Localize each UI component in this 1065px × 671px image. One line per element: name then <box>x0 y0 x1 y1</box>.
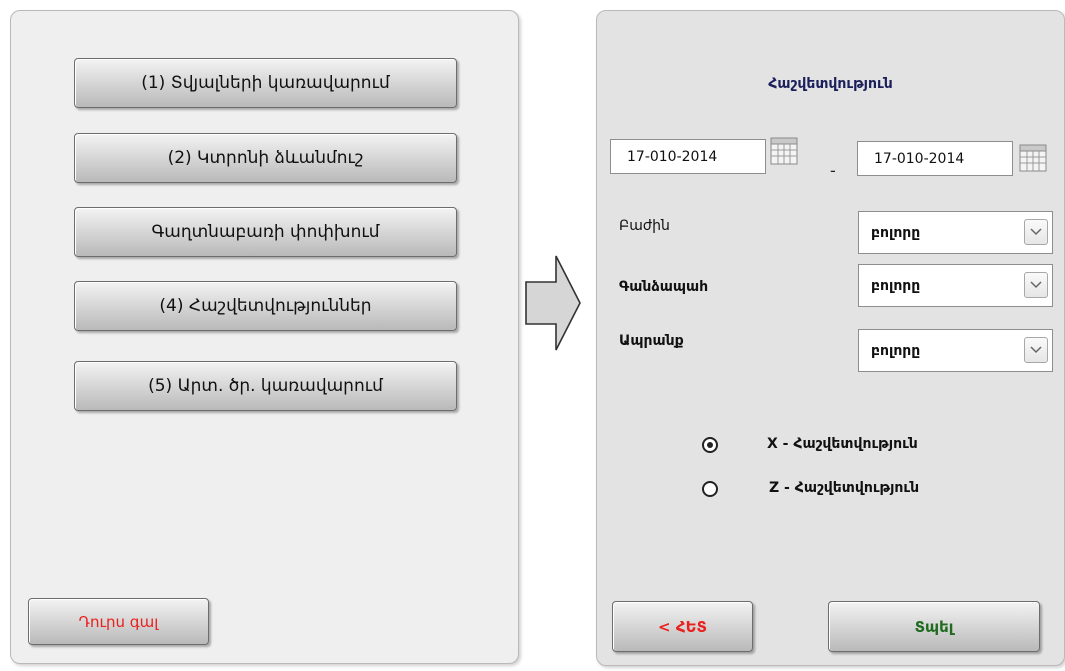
date-separator: - <box>830 161 836 180</box>
x-report-radio[interactable] <box>702 437 718 453</box>
department-label: Բաժին <box>619 218 670 234</box>
exit-label: Դուրս գալ <box>78 612 159 631</box>
x-report-label: X - Հաշվետվություն <box>767 436 918 452</box>
exit-button[interactable]: Դուրս գալ <box>28 598 209 645</box>
product-select[interactable]: բոլորը <box>858 329 1053 372</box>
change-password-button[interactable]: Գաղտնաբառի փոփխում <box>74 207 457 257</box>
chevron-down-icon[interactable] <box>1024 219 1048 245</box>
receipt-template-label: (2) Կտրոնի ձևանմուշ <box>167 148 364 168</box>
right-arrow-icon <box>525 255 581 351</box>
print-button[interactable]: Տպել <box>828 601 1040 652</box>
report-title: Հաշվետվություն <box>768 76 893 92</box>
back-button[interactable]: < ՀԵՏ <box>612 601 753 652</box>
date-to-value: 17-010-2014 <box>874 150 965 167</box>
change-password-label: Գաղտնաբառի փոփխում <box>151 222 380 242</box>
reports-button[interactable]: (4) Հաշվետվություններ <box>74 281 457 331</box>
back-label: < ՀԵՏ <box>658 617 707 636</box>
product-label: Ապրանք <box>619 333 684 349</box>
receipt-template-button[interactable]: (2) Կտրոնի ձևանմուշ <box>74 133 457 183</box>
report-panel: Հաշվետվություն 17-010-2014 - 17-010-2014… <box>596 10 1065 666</box>
main-menu-panel: (1) Տվյալների կառավարում (2) Կտրոնի ձևան… <box>10 10 519 664</box>
reports-label: (4) Հաշվետվություններ <box>159 296 372 316</box>
date-from-field[interactable]: 17-010-2014 <box>610 139 766 174</box>
department-value: բոլորը <box>871 224 921 241</box>
date-from-value: 17-010-2014 <box>627 148 718 165</box>
external-devices-button[interactable]: (5) Արտ. ծր. կառավարում <box>74 361 457 411</box>
data-management-label: (1) Տվյալների կառավարում <box>141 73 390 93</box>
product-value: բոլորը <box>871 342 921 359</box>
calendar-icon[interactable] <box>770 137 798 165</box>
calendar-icon[interactable] <box>1019 144 1047 172</box>
date-to-field[interactable]: 17-010-2014 <box>857 141 1013 176</box>
cashier-select[interactable]: բոլորը <box>858 264 1053 307</box>
external-devices-label: (5) Արտ. ծր. կառավարում <box>148 376 383 396</box>
cashier-label: Գանձապահ <box>619 279 709 295</box>
z-report-label: Z - Հաշվետվություն <box>769 480 920 496</box>
department-select[interactable]: բոլորը <box>858 211 1053 254</box>
chevron-down-icon[interactable] <box>1024 272 1048 298</box>
print-label: Տպել <box>914 617 954 636</box>
data-management-button[interactable]: (1) Տվյալների կառավարում <box>74 58 457 108</box>
chevron-down-icon[interactable] <box>1024 337 1048 363</box>
cashier-value: բոլորը <box>871 277 921 294</box>
z-report-radio[interactable] <box>702 481 718 497</box>
